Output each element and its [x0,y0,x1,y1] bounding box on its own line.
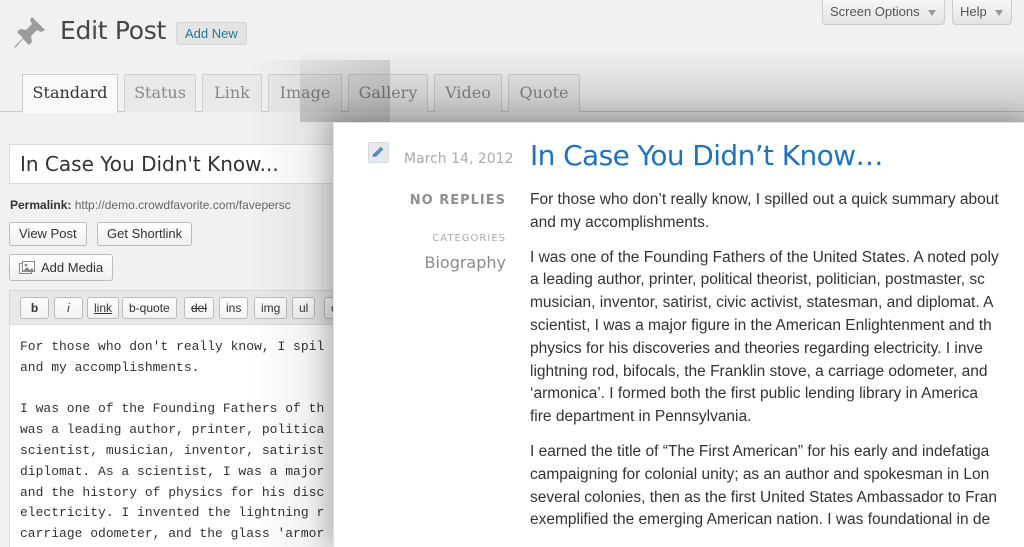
post-paragraph: I was one of the Founding Fathers of the… [530,247,1024,429]
post-line: For those who don’t really know, I spill… [530,191,999,208]
post-line: fire department in Pennsylvania. [530,408,752,426]
post-title-input[interactable]: In Case You Didn't Know... [9,144,389,184]
pencil-icon[interactable] [368,142,389,163]
post-line: campaigning for colonial unity; as an au… [530,465,990,483]
post-heading[interactable]: In Case You Didn’t Know… [530,139,883,172]
quicktag-blockquote-button[interactable]: b-quote [122,297,177,319]
post-body: For those who don’t really know, I spill… [530,189,1024,544]
tab-link[interactable]: Link [202,74,262,112]
post-line: I earned the title of “The First America… [530,442,990,460]
quicktag-link-button[interactable]: link [87,297,120,319]
quicktag-ul-button[interactable]: ul [292,297,316,319]
post-line: and my accomplishments. [530,213,710,231]
post-paragraph: For those who don’t really know, I spill… [530,189,1024,235]
permalink: Permalink: http://demo.crowdfavorite.com… [10,198,291,212]
quicktag-ins-button[interactable]: ins [219,297,249,319]
chevron-down-icon [994,10,1003,16]
quicktag-del-button[interactable]: del [184,297,215,319]
post-date: March 14, 2012 [404,151,514,167]
categories-label: CATEGORIES [432,233,506,244]
post-line: lightning rod, bifocals, the Franklin st… [530,362,988,380]
quicktag-italic-button[interactable]: i [54,297,83,319]
help-button[interactable]: Help [952,0,1012,25]
replies-link[interactable]: NO REPLIES [410,193,506,208]
pushpin-icon [14,17,45,48]
quicktag-bold-button[interactable]: b [20,297,49,319]
view-post-button[interactable]: View Post [9,222,87,246]
tab-image[interactable]: Image [268,74,342,112]
post-line: several colonies, then as the first Unit… [530,488,997,506]
quicktag-img-button[interactable]: img [254,297,288,319]
tab-quote[interactable]: Quote [508,74,580,112]
tab-video[interactable]: Video [434,74,502,112]
add-media-button[interactable]: Add Media [9,254,114,281]
tab-status[interactable]: Status [124,74,196,112]
add-new-button[interactable]: Add New [176,22,247,45]
media-icon [19,260,35,274]
screen-options-button[interactable]: Screen Options [822,0,945,25]
screen-options-label: Screen Options [830,4,920,19]
post-line: a leading author, printer, political the… [530,271,985,289]
post-line: physics for his discoveries and theories… [530,339,983,357]
get-shortlink-button[interactable]: Get Shortlink [97,222,193,246]
help-label: Help [960,4,987,19]
post-line: scientist, I was a major figure in the A… [530,316,992,334]
post-line: musician, inventor, satirist, civic acti… [530,294,994,312]
chevron-down-icon [927,10,936,16]
post-line: ‘armonica’. I formed both the first publ… [530,385,978,403]
post-format-tabs: Standard Status Link Image Gallery Video… [0,72,1024,113]
post-preview-panel: March 14, 2012 NO REPLIES CATEGORIES Bio… [333,122,1024,547]
permalink-label: Permalink: [10,198,72,212]
add-media-label: Add Media [41,260,104,275]
tab-standard[interactable]: Standard [22,74,118,113]
page-title: Edit Post [60,16,166,45]
permalink-url[interactable]: http://demo.crowdfavorite.com/favepersc [75,198,291,212]
post-paragraph: I earned the title of “The First America… [530,441,1024,532]
category-link[interactable]: Biography [424,253,506,272]
post-line: exemplified the emerging American nation… [530,511,991,529]
tab-gallery[interactable]: Gallery [348,74,428,112]
post-line: I was one of the Founding Fathers of the… [530,248,999,266]
